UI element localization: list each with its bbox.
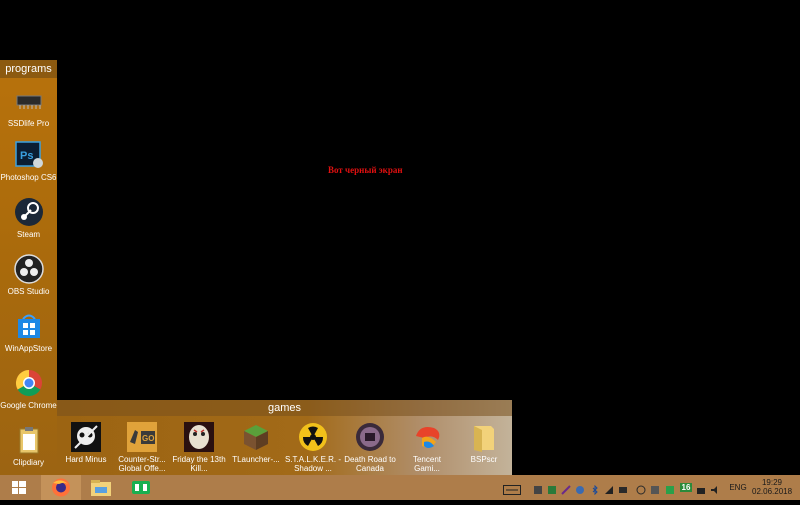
desktop-shortcut-label: Friday the 13th Kill...	[172, 455, 226, 473]
taskbar-file-explorer[interactable]	[81, 475, 121, 500]
games-fence-title[interactable]: games	[57, 400, 512, 416]
tray-app-icon[interactable]	[547, 482, 557, 494]
games-fence: games Hard Minus GO Counter-Str... Globa…	[57, 400, 512, 475]
clock-time: 19:29	[761, 478, 783, 487]
desktop-shortcut-label: S.T.A.L.K.E.R. - Shadow ...	[285, 455, 342, 473]
photoshop-icon: Ps	[14, 140, 44, 170]
desktop-message: Вот черный экран	[328, 165, 403, 175]
desktop-shortcut-steam[interactable]: Steam	[0, 197, 57, 239]
desktop-shortcut-hard-minus[interactable]: Hard Minus	[58, 422, 114, 464]
tray-app-icon[interactable]	[575, 482, 585, 494]
tray-app-icon[interactable]	[665, 482, 675, 494]
clock-date: 02.06.2018	[752, 487, 793, 496]
chrome-icon	[14, 368, 44, 398]
desktop-shortcut-label: TLauncher-...	[232, 455, 280, 464]
tray-app-icon[interactable]	[604, 482, 614, 494]
clock[interactable]: 19:29 02.06.2018	[752, 478, 792, 496]
desktop-shortcut-chrome[interactable]: Google Chrome	[0, 368, 57, 410]
desktop-shortcut-death-road[interactable]: Death Road to Canada	[342, 422, 398, 473]
desktop-shortcut-label: WinAppStore	[4, 344, 53, 353]
steam-icon	[14, 197, 44, 227]
file-explorer-icon	[91, 480, 111, 496]
start-button[interactable]	[0, 475, 40, 500]
hard-minus-icon	[71, 422, 101, 452]
windows-store-icon	[14, 311, 44, 341]
svg-text:Ps: Ps	[20, 150, 33, 162]
network-icon[interactable]	[696, 482, 706, 494]
desktop-shortcut-obs[interactable]: OBS Studio	[0, 254, 57, 296]
tray-app-icon[interactable]	[618, 482, 628, 493]
desktop-shortcut-label: BSPscr	[470, 455, 498, 464]
friday-13th-icon	[184, 422, 214, 452]
minecraft-icon	[241, 422, 271, 452]
taskbar-green-app[interactable]	[121, 475, 161, 500]
desktop-shortcut-photoshop[interactable]: Ps Photoshop CS6	[0, 140, 57, 182]
desktop-shortcut-label: Google Chrome	[0, 401, 57, 410]
desktop-shortcut-label: Steam	[16, 230, 41, 239]
clipboard-icon	[14, 425, 44, 455]
volume-icon[interactable]	[710, 482, 720, 494]
taskbar-firefox[interactable]	[41, 475, 81, 500]
tray-app-icon[interactable]	[533, 482, 543, 494]
tencent-icon	[412, 422, 442, 452]
death-road-icon	[355, 422, 385, 452]
desktop-shortcut-label: Photoshop CS6	[0, 173, 57, 182]
desktop-shortcut-clipdiary[interactable]: Clipdiary	[0, 425, 57, 467]
tray-app-icon[interactable]	[636, 482, 646, 495]
desktop-shortcut-csgo[interactable]: GO Counter-Str... Global Offe...	[114, 422, 170, 473]
folder-icon	[469, 422, 499, 452]
stalker-icon	[298, 422, 328, 452]
desktop-shortcut-bspscr[interactable]: BSPscr	[456, 422, 512, 464]
ssd-chip-icon	[14, 86, 44, 116]
desktop-shortcut-friday-13th[interactable]: Friday the 13th Kill...	[171, 422, 227, 473]
programs-fence: programs SSDlife Pro Ps Photoshop CS6 St…	[0, 60, 57, 475]
desktop-shortcut-label: Hard Minus	[65, 455, 107, 464]
desktop-shortcut-label: SSDlife Pro	[7, 119, 50, 128]
keyboard-icon[interactable]	[503, 482, 521, 495]
taskbar: 16 ENG 19:29 02.06.2018	[0, 475, 800, 500]
green-app-icon	[132, 481, 150, 494]
language-indicator[interactable]: ENG	[728, 483, 748, 492]
desktop-shortcut-stalker[interactable]: S.T.A.L.K.E.R. - Shadow ...	[285, 422, 341, 473]
tray-app-icon[interactable]	[650, 482, 660, 494]
desktop-shortcut-label: Death Road to Canada	[344, 455, 396, 473]
desktop-shortcut-label: Tencent Gami...	[412, 455, 442, 473]
svg-text:GO: GO	[142, 434, 154, 443]
tray-app-icon[interactable]	[561, 482, 571, 495]
bluetooth-icon[interactable]	[590, 482, 600, 496]
desktop-shortcut-ssdlife[interactable]: SSDlife Pro	[0, 86, 57, 128]
programs-fence-title[interactable]: programs	[0, 60, 57, 78]
desktop-shortcut-label: Counter-Str... Global Offe...	[118, 455, 166, 473]
tray-badge[interactable]: 16	[680, 483, 692, 492]
windows-start-icon	[12, 481, 26, 494]
obs-icon	[13, 254, 44, 284]
desktop-shortcut-tencent[interactable]: Tencent Gami...	[399, 422, 455, 473]
desktop-shortcut-label: Clipdiary	[12, 458, 45, 467]
firefox-icon	[52, 478, 70, 497]
desktop-shortcut-winappstore[interactable]: WinAppStore	[0, 311, 57, 353]
desktop-shortcut-tlauncher[interactable]: TLauncher-...	[228, 422, 284, 464]
csgo-icon: GO	[127, 422, 157, 452]
desktop-shortcut-label: OBS Studio	[7, 287, 50, 296]
